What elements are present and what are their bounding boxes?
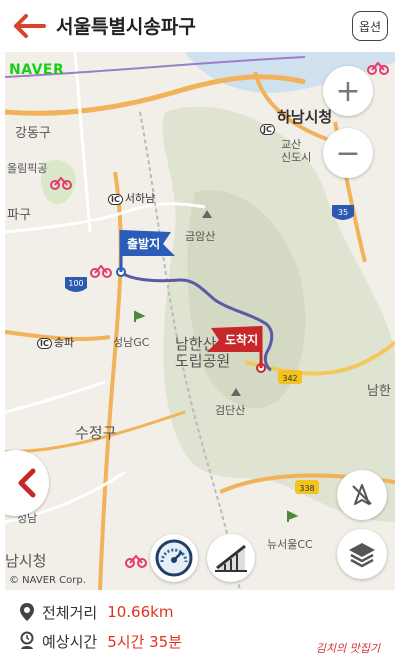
map-label-gu-left: 파구	[7, 208, 31, 223]
start-flag-label: 출발지	[127, 237, 161, 251]
speedometer-icon	[155, 539, 193, 577]
back-arrow-icon[interactable]	[12, 12, 46, 40]
map-layers-button[interactable]	[337, 529, 387, 579]
time-row: 예상시간 5시간 35분	[18, 629, 182, 653]
layers-icon	[349, 543, 375, 568]
time-label: 예상시간	[42, 632, 98, 651]
map-label-sujeong: 수정구	[75, 424, 117, 442]
distance-value: 10.66km	[107, 603, 174, 621]
location-off-button[interactable]	[337, 470, 387, 520]
road-342-number: 342	[282, 374, 297, 383]
elevation-button[interactable]	[207, 534, 255, 582]
road-338-number: 338	[299, 484, 314, 493]
map-label-namhan-right: 남한	[367, 384, 391, 399]
map-label-olympic: 올림픽공	[7, 162, 48, 175]
naver-logo: NAVER	[9, 62, 65, 78]
map-label-jc: JC	[260, 122, 277, 135]
chevron-left-icon	[18, 468, 36, 498]
map-label-newseoul: 뉴서울CC	[267, 538, 313, 551]
distance-row: 전체거리 10.66km	[18, 600, 173, 624]
options-button[interactable]: 옵션	[352, 11, 388, 41]
map-view[interactable]: 100 35 342 338 NAVER 강동구 하남시청 교산 신도시 올림픽…	[5, 52, 395, 590]
map-label-sinchon: 남시청	[5, 552, 47, 570]
map-pin-icon	[20, 603, 34, 621]
page-title: 서울특별시송파구	[56, 16, 196, 38]
map-label-seohanam: IC 서하남	[108, 190, 155, 206]
map-copyright: © NAVER Corp.	[9, 575, 86, 586]
end-flag-label: 도착지	[225, 333, 259, 347]
elevation-slope-icon	[215, 544, 247, 572]
speed-button[interactable]	[150, 534, 198, 582]
walking-time-icon	[20, 631, 34, 649]
location-off-icon	[352, 484, 372, 505]
map-label-gangdong: 강동구	[15, 126, 51, 141]
road-35-number: 35	[338, 208, 348, 217]
end-flag[interactable]: 도착지	[205, 322, 269, 374]
watermark: 김치의 맛집기	[315, 642, 380, 655]
map-label-seongnamgc: 성남GC	[113, 336, 150, 349]
map-label-geomdansan: 검단산	[215, 404, 246, 417]
map-label-geumamsan: 금암산	[185, 230, 216, 243]
road-100-number: 100	[68, 279, 83, 288]
time-value: 5시간 35분	[107, 632, 183, 651]
header: 서울특별시송파구 옵션	[0, 0, 400, 52]
zoom-in-button[interactable]: +	[323, 66, 373, 116]
start-flag[interactable]: 출발지	[117, 226, 179, 278]
zoom-out-button[interactable]: −	[323, 128, 373, 178]
distance-label: 전체거리	[42, 603, 98, 622]
map-label-songpa: IC 송파	[37, 334, 74, 350]
map-label-hanam: 하남시청	[277, 108, 333, 126]
route-summary: 전체거리 10.66km 예상시간 5시간 35분	[0, 590, 400, 671]
map-label-gyosan: 교산 신도시	[281, 138, 312, 164]
